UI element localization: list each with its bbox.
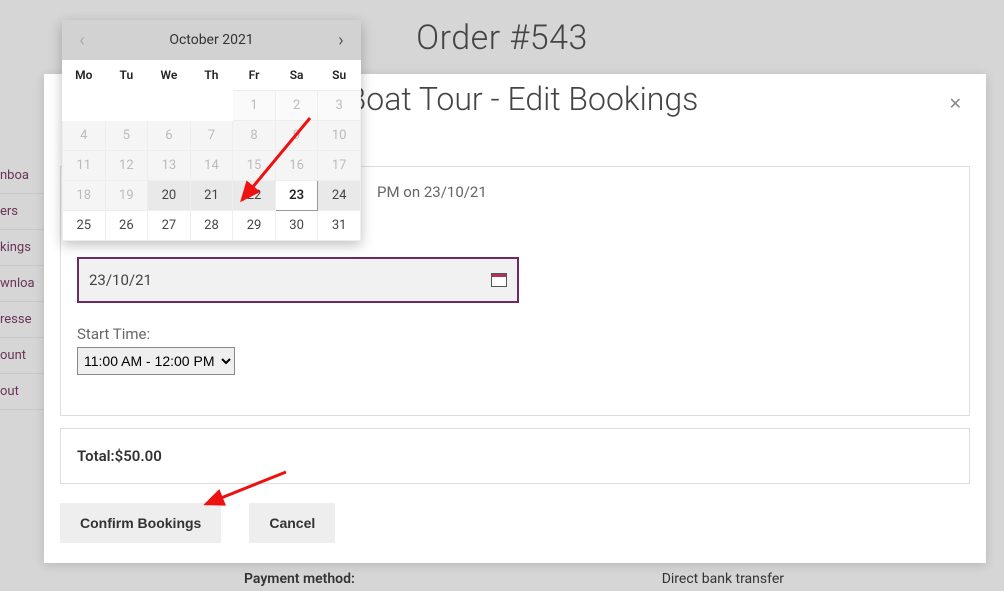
- weekday: Tu: [105, 60, 148, 91]
- calendar-day[interactable]: 30: [275, 211, 318, 241]
- weekday: We: [148, 60, 191, 91]
- calendar-row: 18192021222324: [63, 181, 361, 211]
- calendar-day[interactable]: 23: [275, 181, 318, 211]
- weekday: Fr: [233, 60, 276, 91]
- sidebar: nboa ers kings wnloa resse ount out: [0, 158, 48, 410]
- calendar-icon[interactable]: [491, 273, 507, 287]
- calendar-empty-cell: [190, 91, 233, 121]
- close-icon[interactable]: ✕: [949, 94, 962, 113]
- next-month-icon[interactable]: ›: [327, 30, 355, 51]
- calendar-day[interactable]: 10: [318, 121, 361, 151]
- sidebar-item[interactable]: resse: [0, 302, 48, 338]
- calendar-empty-cell: [105, 91, 148, 121]
- calendar-day[interactable]: 6: [148, 121, 191, 151]
- calendar-day[interactable]: 24: [318, 181, 361, 211]
- weekday: Sa: [275, 60, 318, 91]
- calendar-day[interactable]: 20: [148, 181, 191, 211]
- calendar-row: 11121314151617: [63, 151, 361, 181]
- calendar-row: 25262728293031: [63, 211, 361, 241]
- calendar-day[interactable]: 2: [275, 91, 318, 121]
- calendar-day[interactable]: 1: [233, 91, 276, 121]
- calendar-weekday-row: Mo Tu We Th Fr Sa Su: [63, 60, 361, 91]
- calendar-day[interactable]: 8: [233, 121, 276, 151]
- sidebar-item[interactable]: wnloa: [0, 266, 48, 302]
- weekday: Mo: [63, 60, 106, 91]
- calendar-day[interactable]: 15: [233, 151, 276, 181]
- payment-method-label: Payment method:: [244, 571, 355, 587]
- sidebar-item[interactable]: ers: [0, 194, 48, 230]
- calendar-day[interactable]: 12: [105, 151, 148, 181]
- total-value: $50.00: [115, 447, 162, 465]
- calendar-day[interactable]: 28: [190, 211, 233, 241]
- sidebar-item[interactable]: nboa: [0, 158, 48, 194]
- calendar-empty-cell: [63, 91, 106, 121]
- cancel-button[interactable]: Cancel: [249, 503, 335, 543]
- payment-method-value: Direct bank transfer: [662, 571, 784, 587]
- total-label: Total:: [77, 447, 115, 465]
- date-input-value: 23/10/21: [89, 271, 152, 289]
- payment-method-row: Payment method: Direct bank transfer: [244, 571, 784, 587]
- total-panel: Total: $50.00: [60, 428, 970, 484]
- sidebar-item[interactable]: ount: [0, 338, 48, 374]
- calendar-day[interactable]: 27: [148, 211, 191, 241]
- start-time-label: Start Time:: [77, 325, 953, 343]
- calendar-day[interactable]: 22: [233, 181, 276, 211]
- calendar-header: ‹ October 2021 ›: [62, 20, 361, 60]
- calendar-day[interactable]: 18: [63, 181, 106, 211]
- calendar-day[interactable]: 29: [233, 211, 276, 241]
- calendar-day[interactable]: 7: [190, 121, 233, 151]
- calendar-day[interactable]: 21: [190, 181, 233, 211]
- calendar-day[interactable]: 9: [275, 121, 318, 151]
- sidebar-item[interactable]: out: [0, 374, 48, 410]
- calendar-day[interactable]: 4: [63, 121, 106, 151]
- start-time-select[interactable]: 11:00 AM - 12:00 PM: [77, 347, 235, 375]
- sidebar-item[interactable]: kings: [0, 230, 48, 266]
- calendar-day[interactable]: 17: [318, 151, 361, 181]
- calendar-month-label: October 2021: [169, 32, 253, 48]
- calendar-day[interactable]: 11: [63, 151, 106, 181]
- calendar-grid: Mo Tu We Th Fr Sa Su 1234567891011121314…: [62, 60, 361, 241]
- confirm-bookings-button[interactable]: Confirm Bookings: [60, 503, 221, 543]
- calendar-day[interactable]: 26: [105, 211, 148, 241]
- prev-month-icon[interactable]: ‹: [68, 30, 96, 51]
- calendar-day[interactable]: 5: [105, 121, 148, 151]
- calendar-day[interactable]: 3: [318, 91, 361, 121]
- calendar-day[interactable]: 16: [275, 151, 318, 181]
- button-row: Confirm Bookings Cancel: [60, 503, 335, 543]
- calendar-day[interactable]: 31: [318, 211, 361, 241]
- weekday: Th: [190, 60, 233, 91]
- calendar-day[interactable]: 13: [148, 151, 191, 181]
- calendar-popup: ‹ October 2021 › Mo Tu We Th Fr Sa Su 12…: [62, 20, 361, 241]
- date-input[interactable]: 23/10/21: [77, 257, 519, 303]
- calendar-empty-cell: [148, 91, 191, 121]
- calendar-row: 123: [63, 91, 361, 121]
- calendar-row: 45678910: [63, 121, 361, 151]
- calendar-day[interactable]: 14: [190, 151, 233, 181]
- calendar-day[interactable]: 19: [105, 181, 148, 211]
- booking-summary-text: PM on 23/10/21: [377, 183, 953, 201]
- weekday: Su: [318, 60, 361, 91]
- calendar-day[interactable]: 25: [63, 211, 106, 241]
